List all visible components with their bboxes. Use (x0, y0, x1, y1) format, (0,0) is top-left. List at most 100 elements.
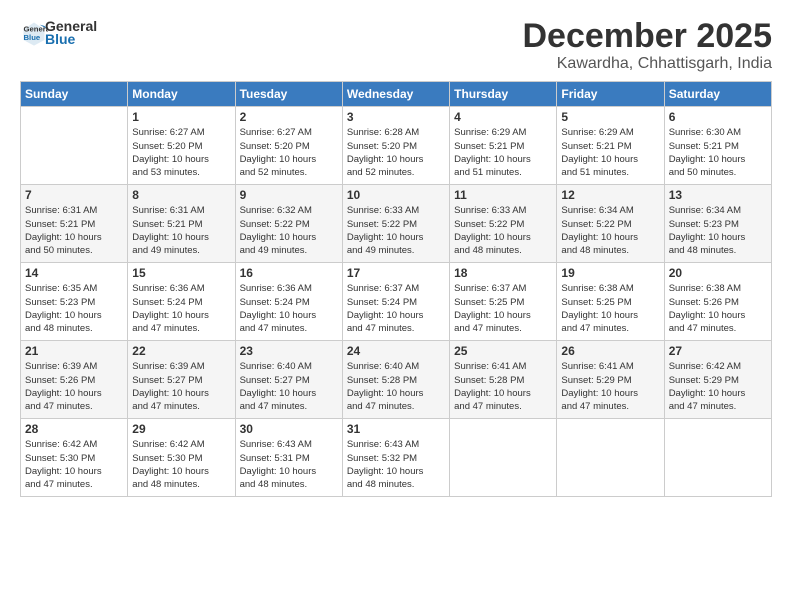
calendar-cell: 1Sunrise: 6:27 AM Sunset: 5:20 PM Daylig… (128, 107, 235, 185)
day-number: 22 (132, 344, 230, 358)
page-container: General Blue General Blue December 2025 … (0, 0, 792, 507)
day-number: 31 (347, 422, 445, 436)
logo-icon: General Blue (20, 19, 48, 47)
day-number: 24 (347, 344, 445, 358)
calendar-week-row: 7 Sunrise: 6:31 AM Sunset: 5:21 PM Daylig… (21, 185, 772, 263)
location-title: Kawardha, Chhattisgarh, India (522, 55, 772, 73)
calendar-cell: 2 Sunrise: 6:27 AM Sunset: 5:20 PM Daylig… (235, 107, 342, 185)
day-info: Sunrise: 6:35 AM Sunset: 5:23 PM Dayligh… (25, 282, 123, 335)
day-info: Sunrise: 6:30 AM Sunset: 5:21 PM Dayligh… (669, 126, 767, 179)
day-info: Sunrise: 6:37 AM Sunset: 5:25 PM Dayligh… (454, 282, 552, 335)
day-header-sunday: Sunday (21, 82, 128, 107)
day-info: Sunrise: 6:39 AM Sunset: 5:27 PM Dayligh… (132, 360, 230, 413)
header: General Blue General Blue December 2025 … (20, 18, 772, 73)
day-info: Sunrise: 6:43 AM Sunset: 5:31 PM Dayligh… (240, 438, 338, 491)
day-info: Sunrise: 6:42 AM Sunset: 5:29 PM Dayligh… (669, 360, 767, 413)
calendar-week-row: 21 Sunrise: 6:39 AM Sunset: 5:26 PM Dayli… (21, 341, 772, 419)
calendar-cell: 9 Sunrise: 6:32 AM Sunset: 5:22 PM Daylig… (235, 185, 342, 263)
day-info: Sunrise: 6:42 AM Sunset: 5:30 PM Dayligh… (25, 438, 123, 491)
day-info: Sunrise: 6:40 AM Sunset: 5:27 PM Dayligh… (240, 360, 338, 413)
day-info: Sunrise: 6:33 AM Sunset: 5:22 PM Dayligh… (347, 204, 445, 257)
day-info: Sunrise: 6:29 AM Sunset: 5:21 PM Dayligh… (561, 126, 659, 179)
day-number: 8 (132, 188, 230, 202)
calendar-cell: 30 Sunrise: 6:43 AM Sunset: 5:31 PM Dayli… (235, 419, 342, 497)
day-info: Sunrise: 6:29 AM Sunset: 5:21 PM Dayligh… (454, 126, 552, 179)
day-number: 12 (561, 188, 659, 202)
day-number: 25 (454, 344, 552, 358)
calendar-cell: 11 Sunrise: 6:33 AM Sunset: 5:22 PM Dayli… (450, 185, 557, 263)
day-number: 23 (240, 344, 338, 358)
calendar-cell: 21 Sunrise: 6:39 AM Sunset: 5:26 PM Dayli… (21, 341, 128, 419)
day-header-friday: Friday (557, 82, 664, 107)
calendar-cell: 12Sunrise: 6:34 AM Sunset: 5:22 PM Dayli… (557, 185, 664, 263)
calendar-cell: 27Sunrise: 6:42 AM Sunset: 5:29 PM Dayli… (664, 341, 771, 419)
calendar-cell: 26 Sunrise: 6:41 AM Sunset: 5:29 PM Dayli… (557, 341, 664, 419)
calendar-cell: 31 Sunrise: 6:43 AM Sunset: 5:32 PM Dayli… (342, 419, 449, 497)
day-number: 26 (561, 344, 659, 358)
calendar-cell (21, 107, 128, 185)
day-number: 29 (132, 422, 230, 436)
day-info: Sunrise: 6:31 AM Sunset: 5:21 PM Dayligh… (132, 204, 230, 257)
calendar-cell: 16 Sunrise: 6:36 AM Sunset: 5:24 PM Dayli… (235, 263, 342, 341)
day-info: Sunrise: 6:32 AM Sunset: 5:22 PM Dayligh… (240, 204, 338, 257)
day-info: Sunrise: 6:37 AM Sunset: 5:24 PM Dayligh… (347, 282, 445, 335)
day-header-tuesday: Tuesday (235, 82, 342, 107)
svg-text:Blue: Blue (24, 33, 41, 42)
day-info: Sunrise: 6:28 AM Sunset: 5:20 PM Dayligh… (347, 126, 445, 179)
calendar-cell: 13 Sunrise: 6:34 AM Sunset: 5:23 PM Dayli… (664, 185, 771, 263)
day-info: Sunrise: 6:31 AM Sunset: 5:21 PM Dayligh… (25, 204, 123, 257)
day-number: 13 (669, 188, 767, 202)
day-number: 21 (25, 344, 123, 358)
day-info: Sunrise: 6:39 AM Sunset: 5:26 PM Dayligh… (25, 360, 123, 413)
calendar-cell: 22 Sunrise: 6:39 AM Sunset: 5:27 PM Dayli… (128, 341, 235, 419)
calendar-cell: 20Sunrise: 6:38 AM Sunset: 5:26 PM Dayli… (664, 263, 771, 341)
day-number: 15 (132, 266, 230, 280)
day-number: 7 (25, 188, 123, 202)
calendar-cell (557, 419, 664, 497)
day-info: Sunrise: 6:38 AM Sunset: 5:25 PM Dayligh… (561, 282, 659, 335)
day-header-monday: Monday (128, 82, 235, 107)
title-block: December 2025 Kawardha, Chhattisgarh, In… (522, 18, 772, 73)
day-info: Sunrise: 6:33 AM Sunset: 5:22 PM Dayligh… (454, 204, 552, 257)
calendar-cell: 28Sunrise: 6:42 AM Sunset: 5:30 PM Dayli… (21, 419, 128, 497)
day-info: Sunrise: 6:27 AM Sunset: 5:20 PM Dayligh… (240, 126, 338, 179)
day-info: Sunrise: 6:36 AM Sunset: 5:24 PM Dayligh… (240, 282, 338, 335)
day-number: 4 (454, 110, 552, 124)
calendar-cell: 8 Sunrise: 6:31 AM Sunset: 5:21 PM Daylig… (128, 185, 235, 263)
day-number: 18 (454, 266, 552, 280)
calendar-header-row: SundayMondayTuesdayWednesdayThursdayFrid… (21, 82, 772, 107)
calendar-cell: 17Sunrise: 6:37 AM Sunset: 5:24 PM Dayli… (342, 263, 449, 341)
calendar-cell: 23 Sunrise: 6:40 AM Sunset: 5:27 PM Dayli… (235, 341, 342, 419)
calendar-cell: 4 Sunrise: 6:29 AM Sunset: 5:21 PM Daylig… (450, 107, 557, 185)
calendar-table: SundayMondayTuesdayWednesdayThursdayFrid… (20, 81, 772, 497)
day-header-wednesday: Wednesday (342, 82, 449, 107)
calendar-cell: 3Sunrise: 6:28 AM Sunset: 5:20 PM Daylig… (342, 107, 449, 185)
calendar-week-row: 28Sunrise: 6:42 AM Sunset: 5:30 PM Dayli… (21, 419, 772, 497)
day-info: Sunrise: 6:40 AM Sunset: 5:28 PM Dayligh… (347, 360, 445, 413)
calendar-cell: 10 Sunrise: 6:33 AM Sunset: 5:22 PM Dayli… (342, 185, 449, 263)
day-info: Sunrise: 6:27 AM Sunset: 5:20 PM Dayligh… (132, 126, 230, 179)
day-number: 30 (240, 422, 338, 436)
calendar-cell: 6 Sunrise: 6:30 AM Sunset: 5:21 PM Daylig… (664, 107, 771, 185)
day-header-thursday: Thursday (450, 82, 557, 107)
month-title: December 2025 (522, 18, 772, 55)
calendar-body: 1Sunrise: 6:27 AM Sunset: 5:20 PM Daylig… (21, 107, 772, 497)
day-number: 11 (454, 188, 552, 202)
day-info: Sunrise: 6:43 AM Sunset: 5:32 PM Dayligh… (347, 438, 445, 491)
day-info: Sunrise: 6:34 AM Sunset: 5:23 PM Dayligh… (669, 204, 767, 257)
day-info: Sunrise: 6:42 AM Sunset: 5:30 PM Dayligh… (132, 438, 230, 491)
calendar-cell: 24 Sunrise: 6:40 AM Sunset: 5:28 PM Dayli… (342, 341, 449, 419)
calendar-cell: 19Sunrise: 6:38 AM Sunset: 5:25 PM Dayli… (557, 263, 664, 341)
calendar-cell (450, 419, 557, 497)
day-number: 14 (25, 266, 123, 280)
day-info: Sunrise: 6:38 AM Sunset: 5:26 PM Dayligh… (669, 282, 767, 335)
calendar-cell: 29 Sunrise: 6:42 AM Sunset: 5:30 PM Dayli… (128, 419, 235, 497)
calendar-cell: 15Sunrise: 6:36 AM Sunset: 5:24 PM Dayli… (128, 263, 235, 341)
day-number: 6 (669, 110, 767, 124)
day-number: 16 (240, 266, 338, 280)
logo-blue: Blue (45, 31, 97, 47)
day-number: 2 (240, 110, 338, 124)
day-number: 9 (240, 188, 338, 202)
day-info: Sunrise: 6:41 AM Sunset: 5:29 PM Dayligh… (561, 360, 659, 413)
day-number: 10 (347, 188, 445, 202)
